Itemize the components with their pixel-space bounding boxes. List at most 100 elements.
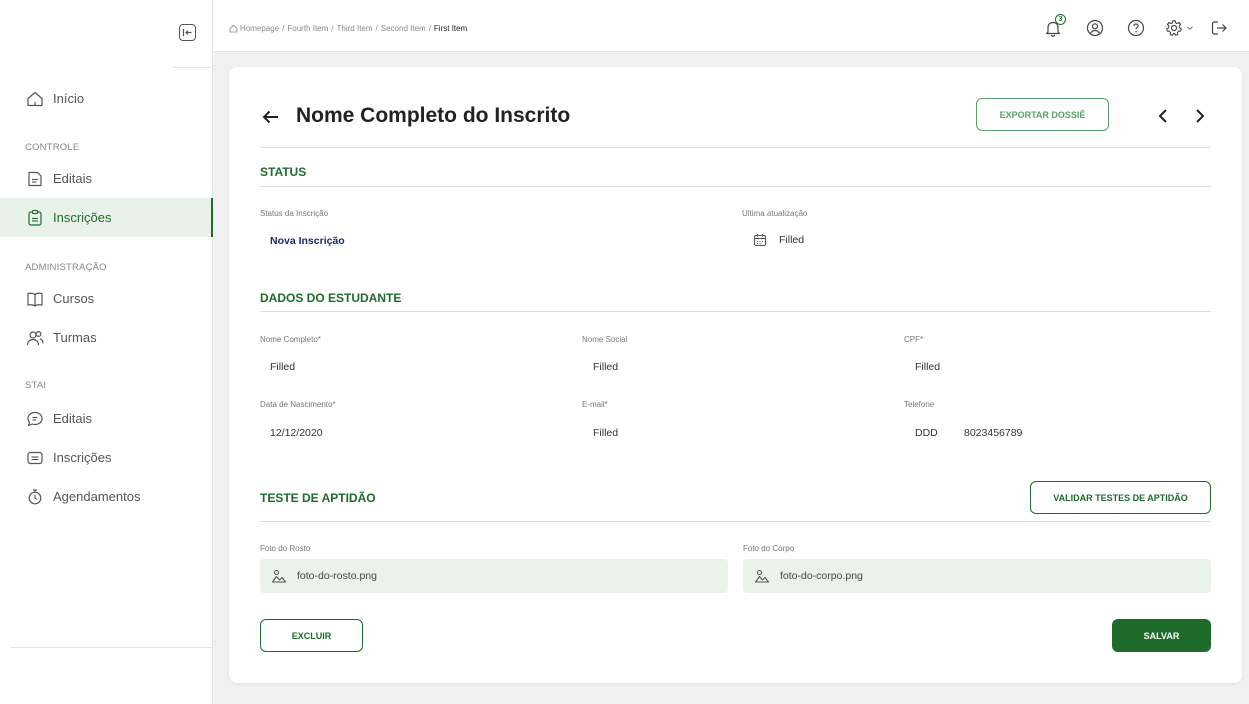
face-photo-filename: foto-do-rosto.png [297, 570, 377, 582]
chat-bubble-icon [26, 410, 44, 428]
sidebar-item-turmas[interactable]: Turmas [0, 318, 213, 357]
home-icon [26, 90, 44, 108]
section-title-student-data: DADOS DO ESTUDANTE [260, 291, 402, 305]
breadcrumb-item-homepage[interactable]: Homepage [240, 24, 279, 33]
help-icon [1127, 19, 1145, 37]
sidebar-item-label: Inscrições [53, 450, 112, 465]
export-dossier-button[interactable]: EXPORTAR DOSSIÊ [976, 98, 1109, 131]
help-button[interactable] [1126, 18, 1146, 38]
sidebar-item-label: Início [53, 91, 85, 106]
validate-aptitude-button[interactable]: VALIDAR TESTES DE APTIDÃO [1030, 481, 1211, 514]
breadcrumb-separator: / [331, 24, 334, 33]
sidebar-item-inicio[interactable]: Início [0, 79, 213, 118]
breadcrumb-separator: / [282, 24, 285, 33]
calendar-icon [753, 234, 767, 247]
user-circle-icon [1086, 19, 1104, 37]
clipboard-icon [26, 209, 44, 227]
last-update-label: Ultima atualização [742, 209, 808, 218]
document-icon [26, 170, 44, 188]
divider [260, 147, 1211, 148]
collapse-sidebar-button[interactable] [179, 24, 196, 41]
sidebar-item-label: Agendamentos [53, 489, 141, 504]
divider [260, 311, 1211, 312]
breadcrumb-separator: / [375, 24, 378, 33]
users-icon [26, 329, 44, 347]
chevron-down-icon [1187, 26, 1193, 30]
image-file-icon [271, 569, 287, 583]
chevron-left-icon [1158, 109, 1167, 123]
sidebar-item-label: Turmas [53, 330, 97, 345]
last-update-value: Filled [779, 234, 805, 246]
birth-date-field[interactable]: 12/12/2020 [270, 427, 323, 439]
breadcrumb-item-third[interactable]: Third Item [337, 24, 373, 33]
sidebar-item-stai-editais[interactable]: Editais [0, 399, 213, 438]
home-icon [229, 24, 238, 33]
gear-icon [1166, 20, 1182, 36]
body-photo-filename: foto-do-corpo.png [780, 570, 863, 582]
sidebar: Início CONTROLE Editais Inscrições ADMIN… [0, 0, 213, 704]
notification-count-badge: 3 [1055, 14, 1066, 25]
sidebar-item-label: Editais [53, 411, 93, 426]
logout-button[interactable] [1209, 18, 1229, 38]
full-name-label: Nome Completo* [260, 335, 321, 344]
arrow-left-icon [262, 110, 278, 124]
top-header: Homepage / Fourth Item / Third Item / Se… [213, 0, 1249, 52]
social-name-label: Nome Social [582, 335, 628, 344]
email-field[interactable]: Filled [593, 427, 618, 439]
sidebar-section-controle: CONTROLE [25, 142, 80, 153]
card-icon [26, 449, 44, 467]
inscription-detail-card: Nome Completo do Inscrito EXPORTAR DOSSI… [229, 67, 1242, 683]
sidebar-item-controle-inscricoes[interactable]: Inscrições [0, 198, 213, 237]
section-title-status: STATUS [260, 165, 307, 179]
phone-number-field[interactable]: 8023456789 [964, 427, 1022, 439]
image-file-icon [754, 569, 770, 583]
phone-label: Telefone [904, 400, 935, 409]
body-photo-file[interactable]: foto-do-corpo.png [743, 559, 1211, 593]
birth-date-label: Data de Nascimento* [260, 400, 336, 409]
book-icon [26, 290, 44, 308]
sidebar-item-cursos[interactable]: Cursos [0, 279, 213, 318]
breadcrumb-item-current: First Item [433, 24, 468, 33]
sidebar-item-stai-inscricoes[interactable]: Inscrições [0, 438, 213, 477]
cpf-field[interactable]: Filled [915, 361, 940, 373]
next-record-button[interactable] [1191, 105, 1209, 127]
divider [260, 521, 1211, 522]
delete-button[interactable]: EXCLUIR [260, 619, 363, 652]
previous-record-button[interactable] [1154, 105, 1172, 127]
chevron-right-icon [1196, 109, 1205, 123]
sidebar-divider [10, 647, 213, 648]
stopwatch-icon [26, 488, 44, 506]
save-button[interactable]: SALVAR [1112, 619, 1211, 652]
section-title-aptitude-test: TESTE DE APTIDÃO [260, 491, 376, 505]
social-name-field[interactable]: Filled [593, 361, 618, 373]
breadcrumb-item-fourth[interactable]: Fourth Item [287, 24, 328, 33]
sidebar-item-label: Inscrições [53, 210, 112, 225]
back-button[interactable] [261, 107, 281, 127]
sidebar-item-controle-editais[interactable]: Editais [0, 159, 213, 198]
sidebar-item-label: Cursos [53, 291, 95, 306]
logout-icon [1211, 21, 1227, 35]
sidebar-item-label: Editais [53, 171, 93, 186]
sidebar-item-agendamentos[interactable]: Agendamentos [0, 477, 213, 516]
face-photo-file[interactable]: foto-do-rosto.png [260, 559, 728, 593]
full-name-field[interactable]: Filled [270, 361, 295, 373]
status-label: Status da Inscrição [260, 209, 329, 218]
breadcrumb-separator: / [428, 24, 431, 33]
breadcrumb-item-second[interactable]: Second Item [381, 24, 426, 33]
body-photo-label: Foto do Corpo [743, 544, 795, 553]
settings-dropdown[interactable] [1165, 18, 1195, 38]
email-label: E-mail* [582, 400, 608, 409]
page-title: Nome Completo do Inscrito [296, 104, 571, 127]
cpf-label: CPF* [904, 335, 924, 344]
face-photo-label: Foto do Rosto [260, 544, 311, 553]
sidebar-section-administracao: ADMINISTRAÇÃO [25, 262, 107, 273]
sidebar-section-stai: STAI [25, 380, 47, 391]
breadcrumb: Homepage / Fourth Item / Third Item / Se… [229, 24, 467, 33]
last-update-field: Filled [753, 233, 804, 247]
collapse-icon [182, 29, 192, 36]
notifications-button[interactable]: 3 [1043, 14, 1066, 38]
status-value: Nova Inscrição [270, 235, 345, 247]
divider [260, 186, 1211, 187]
profile-button[interactable] [1085, 18, 1105, 38]
phone-ddd-field[interactable]: DDD [915, 427, 938, 439]
